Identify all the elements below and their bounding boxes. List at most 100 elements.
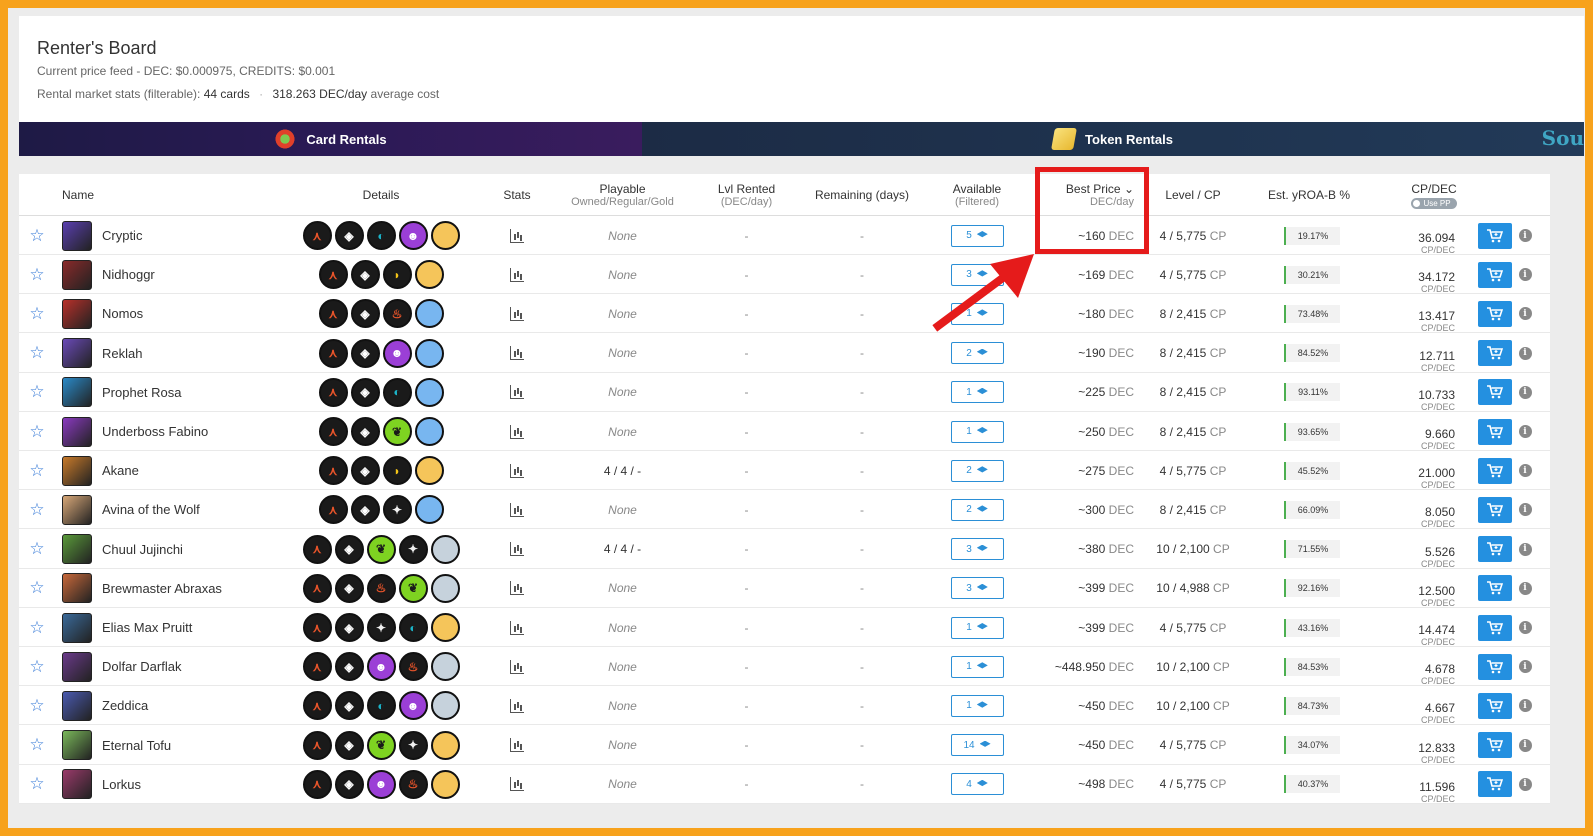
favorite-star-icon[interactable]: ☆ [27, 765, 47, 804]
rent-cart-button[interactable] [1478, 340, 1512, 367]
star-icon[interactable]: ☆ [29, 696, 44, 716]
stats-cell[interactable] [504, 451, 529, 490]
star-icon[interactable]: ☆ [29, 774, 44, 794]
rent-cart-button[interactable] [1478, 222, 1512, 249]
available-button[interactable]: 1 [950, 694, 1004, 717]
card-name-cell[interactable]: Underboss Fabino [102, 412, 292, 451]
available-button[interactable]: 1 [950, 655, 1004, 678]
info-icon[interactable]: i [1518, 738, 1532, 752]
tab-card-rentals[interactable]: Card Rentals [19, 122, 642, 156]
favorite-star-icon[interactable]: ☆ [27, 216, 47, 255]
info-cell[interactable]: i [1518, 608, 1532, 647]
card-name-cell[interactable]: Lorkus [102, 765, 292, 804]
info-cell[interactable]: i [1518, 294, 1532, 333]
star-icon[interactable]: ☆ [29, 382, 44, 402]
card-name[interactable]: Brewmaster Abraxas [102, 581, 222, 596]
star-icon[interactable]: ☆ [29, 539, 44, 559]
rent-cart-button[interactable] [1478, 379, 1512, 406]
info-icon[interactable]: i [1518, 542, 1532, 556]
info-icon[interactable]: i [1518, 777, 1532, 791]
star-icon[interactable]: ☆ [29, 657, 44, 677]
col-level-cp[interactable]: Level / CP [1149, 174, 1237, 216]
stats-chart-icon[interactable] [509, 738, 524, 753]
stats-cell[interactable] [504, 647, 529, 686]
info-cell[interactable]: i [1518, 255, 1532, 294]
stats-cell[interactable] [504, 726, 529, 765]
card-name-cell[interactable]: Reklah [102, 334, 292, 373]
info-cell[interactable]: i [1518, 451, 1532, 490]
card-name-cell[interactable]: Chuul Jujinchi [102, 530, 292, 569]
card-name[interactable]: Akane [102, 463, 139, 478]
available-button[interactable]: 3 [950, 538, 1004, 561]
favorite-star-icon[interactable]: ☆ [27, 255, 47, 294]
card-name-cell[interactable]: Akane [102, 451, 292, 490]
card-name-cell[interactable]: Zeddica [102, 686, 292, 725]
info-cell[interactable]: i [1518, 686, 1532, 725]
info-icon[interactable]: i [1518, 425, 1532, 438]
favorite-star-icon[interactable]: ☆ [27, 530, 47, 569]
stats-chart-icon[interactable] [509, 659, 524, 674]
available-button[interactable]: 1 [950, 616, 1004, 639]
info-icon[interactable]: i [1518, 581, 1532, 595]
favorite-star-icon[interactable]: ☆ [27, 647, 47, 686]
info-cell[interactable]: i [1518, 216, 1532, 255]
rent-cart-button[interactable] [1478, 536, 1512, 563]
card-name[interactable]: Avina of the Wolf [102, 502, 200, 517]
available-button[interactable]: 4 [950, 773, 1004, 796]
info-icon[interactable]: i [1518, 660, 1532, 674]
available-button[interactable]: 5 [950, 224, 1004, 247]
stats-cell[interactable] [504, 686, 529, 725]
favorite-star-icon[interactable]: ☆ [27, 569, 47, 608]
rent-cell[interactable] [1478, 255, 1512, 294]
stats-chart-icon[interactable] [509, 228, 524, 243]
stats-chart-icon[interactable] [509, 777, 524, 792]
col-name[interactable]: Name [62, 174, 122, 216]
rent-cart-button[interactable] [1478, 771, 1512, 798]
stats-cell[interactable] [504, 216, 529, 255]
rent-cell[interactable] [1478, 490, 1512, 529]
rent-cell[interactable] [1478, 451, 1512, 490]
available-button[interactable]: 14 [950, 734, 1004, 757]
star-icon[interactable]: ☆ [29, 500, 44, 520]
info-icon[interactable]: i [1518, 229, 1532, 242]
favorite-star-icon[interactable]: ☆ [27, 726, 47, 765]
stats-cell[interactable] [504, 334, 529, 373]
star-icon[interactable]: ☆ [29, 422, 44, 442]
card-name-cell[interactable]: Nidhoggr [102, 255, 292, 294]
rent-cell[interactable] [1478, 373, 1512, 412]
rent-cell[interactable] [1478, 686, 1512, 725]
col-cpdec[interactable]: CP/DEC Use PP [1389, 174, 1479, 216]
rent-cell[interactable] [1478, 216, 1512, 255]
tab-token-rentals[interactable]: Token Rentals Sou [642, 122, 1584, 156]
stats-cell[interactable] [504, 412, 529, 451]
card-name-cell[interactable]: Prophet Rosa [102, 373, 292, 412]
card-name-cell[interactable]: Cryptic [102, 216, 292, 255]
stats-cell[interactable] [504, 294, 529, 333]
card-name[interactable]: Lorkus [102, 777, 141, 792]
star-icon[interactable]: ☆ [29, 304, 44, 324]
card-name[interactable]: Eternal Tofu [102, 738, 171, 753]
favorite-star-icon[interactable]: ☆ [27, 294, 47, 333]
card-name-cell[interactable]: Brewmaster Abraxas [102, 569, 292, 608]
favorite-star-icon[interactable]: ☆ [27, 373, 47, 412]
stats-cell[interactable] [504, 765, 529, 804]
stats-chart-icon[interactable] [509, 424, 524, 439]
available-button[interactable]: 1 [950, 381, 1004, 404]
stats-chart-icon[interactable] [509, 385, 524, 400]
col-playable[interactable]: Playable Owned/Regular/Gold [549, 174, 696, 216]
stats-chart-icon[interactable] [509, 542, 524, 557]
rent-cell[interactable] [1478, 569, 1512, 608]
rent-cell[interactable] [1478, 334, 1512, 373]
info-icon[interactable]: i [1518, 268, 1532, 282]
rent-cart-button[interactable] [1478, 653, 1512, 680]
card-name[interactable]: Reklah [102, 346, 142, 361]
rent-cart-button[interactable] [1478, 496, 1512, 523]
card-name-cell[interactable]: Dolfar Darflak [102, 647, 292, 686]
star-icon[interactable]: ☆ [29, 343, 44, 363]
stats-chart-icon[interactable] [509, 346, 524, 361]
star-icon[interactable]: ☆ [29, 461, 44, 481]
card-name[interactable]: Underboss Fabino [102, 424, 208, 439]
available-button[interactable]: 2 [950, 498, 1004, 521]
rent-cell[interactable] [1478, 530, 1512, 569]
col-available[interactable]: Available (Filtered) [937, 174, 1017, 216]
